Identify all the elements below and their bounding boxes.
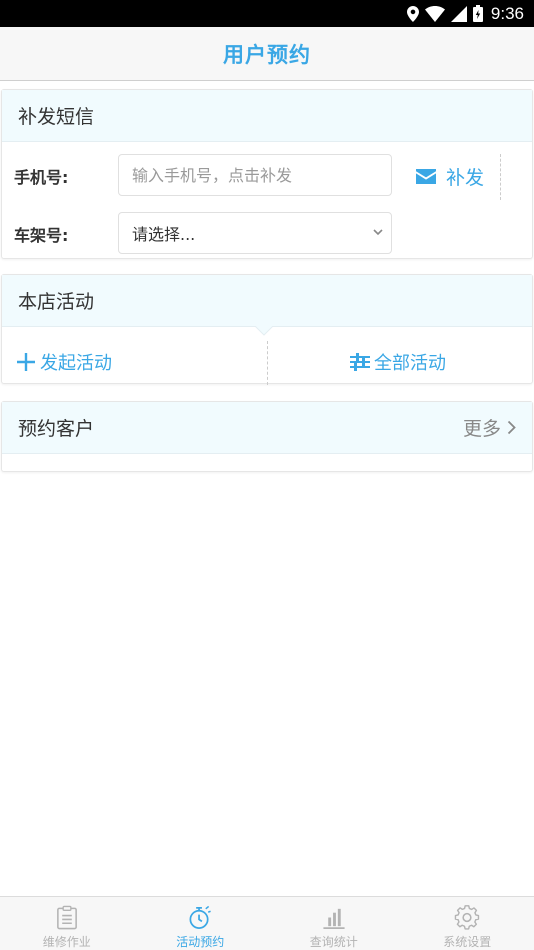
- start-activity-label: 发起活动: [40, 353, 112, 374]
- more-label: 更多: [462, 418, 501, 440]
- frame-select-value: 请选择...: [132, 225, 196, 244]
- wifi-icon: [424, 5, 445, 22]
- location-icon: [406, 5, 419, 22]
- bar-chart-icon: [323, 908, 345, 929]
- nav-item-activity[interactable]: 活动预约: [134, 897, 268, 950]
- sliders-icon: [350, 353, 370, 371]
- page-title: 用户预约: [223, 42, 311, 67]
- nav-item-repair[interactable]: 维修作业: [0, 897, 134, 950]
- reserve-customers-card: 预约客户 更多: [1, 401, 533, 472]
- phone-row: 手机号: 补发: [2, 154, 532, 200]
- store-activity-card: 本店活动 发起活动 全部活动: [1, 274, 533, 385]
- phone-label: 手机号:: [14, 168, 69, 187]
- plus-icon: [17, 353, 35, 371]
- reserve-customers-header: 预约客户 更多: [2, 402, 532, 454]
- phone-input[interactable]: [118, 154, 392, 196]
- nav-label: 系统设置: [443, 935, 492, 949]
- bottom-nav: 维修作业 活动预约 查询统计 系统设置: [0, 896, 534, 950]
- resend-button[interactable]: 补发: [416, 164, 485, 189]
- app-header: 用户预约: [0, 27, 534, 81]
- all-activities-button[interactable]: 全部活动: [350, 349, 446, 375]
- nav-label: 维修作业: [42, 935, 91, 949]
- nav-item-statistics[interactable]: 查询统计: [267, 897, 401, 950]
- frame-label: 车架号:: [14, 226, 69, 245]
- resend-sms-title: 补发短信: [18, 106, 95, 128]
- divider: [267, 341, 268, 385]
- stopwatch-icon: [189, 905, 212, 929]
- chevron-right-icon: [507, 420, 516, 435]
- resend-sms-header: 补发短信: [2, 90, 532, 142]
- signal-icon: [450, 5, 467, 22]
- all-activities-label: 全部活动: [374, 353, 446, 374]
- clipboard-icon: [56, 905, 77, 930]
- status-bar: 9:36: [0, 0, 534, 27]
- battery-icon: [472, 5, 483, 22]
- notch-icon: [255, 326, 273, 336]
- start-activity-button[interactable]: 发起活动: [16, 349, 112, 375]
- more-link[interactable]: 更多: [463, 414, 516, 441]
- activity-actions: 发起活动 全部活动: [2, 326, 532, 385]
- mail-icon: [416, 168, 436, 184]
- divider: [500, 154, 501, 200]
- nav-label: 活动预约: [176, 935, 225, 949]
- store-activity-title: 本店活动: [18, 291, 95, 313]
- nav-item-settings[interactable]: 系统设置: [401, 897, 534, 950]
- resend-sms-card: 补发短信 手机号: 补发 车架号: 请选择...: [1, 89, 533, 259]
- chevron-down-icon: [373, 229, 383, 236]
- frame-select[interactable]: 请选择...: [118, 212, 392, 254]
- nav-label: 查询统计: [309, 935, 358, 949]
- resend-label: 补发: [446, 166, 485, 189]
- reserve-customers-title: 预约客户: [18, 418, 95, 440]
- gear-icon: [455, 905, 480, 930]
- status-time: 9:36: [490, 3, 524, 23]
- store-activity-header: 本店活动: [2, 275, 532, 327]
- frame-row: 车架号: 请选择...: [2, 212, 532, 256]
